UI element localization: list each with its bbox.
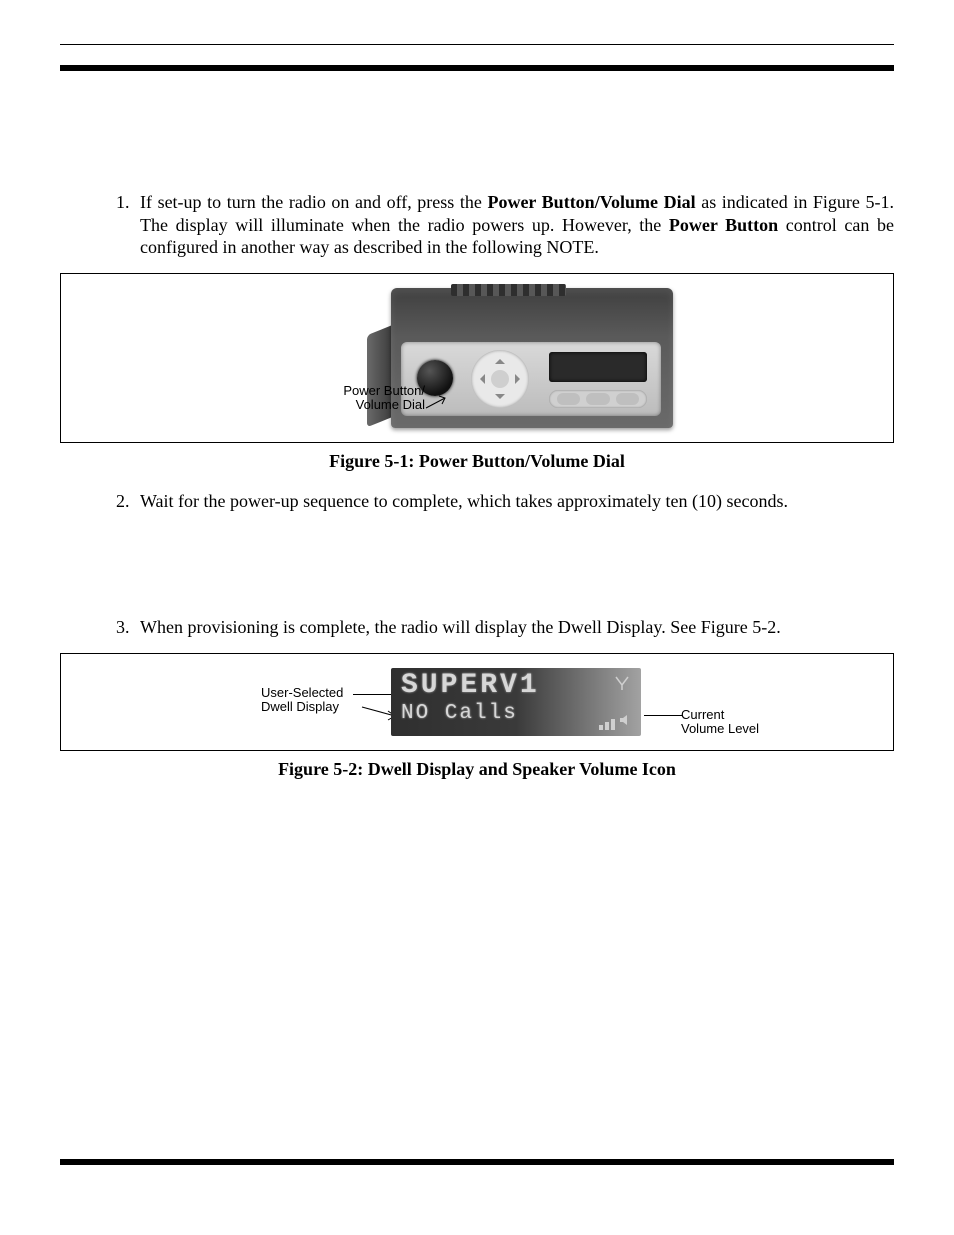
figure-2-right-leader-line bbox=[644, 715, 682, 716]
page-content: If set-up to turn the radio on and off, … bbox=[60, 191, 894, 780]
lcd-line-1: SUPERV1 bbox=[401, 672, 631, 700]
step-2-text: Wait for the power-up sequence to comple… bbox=[140, 491, 788, 511]
figure-2-left-label: User-Selected Dwell Display bbox=[261, 686, 343, 716]
step-list-2: Wait for the power-up sequence to comple… bbox=[60, 490, 894, 513]
page-footer bbox=[60, 1159, 894, 1165]
dpad-icon bbox=[471, 350, 529, 408]
figure-2-caption: Figure 5-2: Dwell Display and Speaker Vo… bbox=[60, 759, 894, 780]
figure-2-left-leader-line bbox=[353, 694, 393, 695]
volume-level-icon bbox=[599, 714, 631, 730]
figure-1-caption: Figure 5-1: Power Button/Volume Dial bbox=[60, 451, 894, 472]
step-1-bold-1: Power Button/Volume Dial bbox=[487, 192, 695, 212]
figure-2-left-label-line1: User-Selected bbox=[261, 685, 343, 700]
step-1-bold-2: Power Button bbox=[669, 215, 778, 235]
step-2: Wait for the power-up sequence to comple… bbox=[134, 490, 894, 513]
step-3-text: When provisioning is complete, the radio… bbox=[140, 617, 781, 637]
footer-rule-thick bbox=[60, 1159, 894, 1165]
abc-buttons-icon bbox=[549, 390, 647, 408]
figure-2-right-label: Current Volume Level bbox=[681, 708, 759, 738]
lcd-line-2: NO Calls bbox=[401, 702, 631, 725]
figure-5-1: Power Button/ Volume Dial bbox=[60, 273, 894, 443]
radio-lcd-icon bbox=[549, 352, 647, 382]
document-page: If set-up to turn the radio on and off, … bbox=[0, 0, 954, 1235]
step-list-3: When provisioning is complete, the radio… bbox=[60, 616, 894, 639]
header-rule-thick bbox=[60, 65, 894, 71]
speaker-icon bbox=[619, 714, 631, 730]
step-1: If set-up to turn the radio on and off, … bbox=[134, 191, 894, 259]
step-3: When provisioning is complete, the radio… bbox=[134, 616, 894, 639]
figure-1-callout-line1: Power Button/ bbox=[343, 383, 425, 398]
figure-2-right-label-line2: Volume Level bbox=[681, 721, 759, 736]
radio-heatsink-fins bbox=[451, 284, 566, 296]
figure-1-callout-label: Power Button/ Volume Dial bbox=[329, 384, 425, 414]
step-1-text-a: If set-up to turn the radio on and off, … bbox=[140, 192, 487, 212]
dwell-display-lcd: SUPERV1 NO Calls bbox=[391, 668, 641, 736]
figure-1-callout-line2: Volume Dial bbox=[356, 397, 425, 412]
step-list: If set-up to turn the radio on and off, … bbox=[60, 191, 894, 259]
figure-1-arrow-icon bbox=[425, 394, 453, 412]
antenna-icon bbox=[615, 676, 629, 695]
figure-5-2: User-Selected Dwell Display SUPERV1 NO C… bbox=[60, 653, 894, 751]
figure-2-right-label-line1: Current bbox=[681, 707, 724, 722]
figure-2-left-label-line2: Dwell Display bbox=[261, 699, 339, 714]
